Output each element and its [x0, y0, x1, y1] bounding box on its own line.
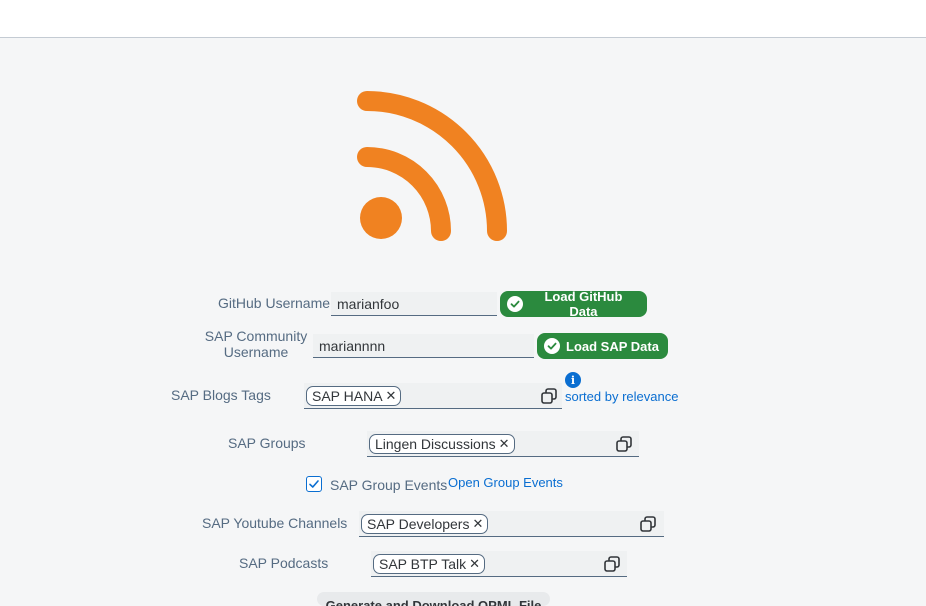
- sap-podcasts-input[interactable]: SAP BTP Talk ✕: [371, 551, 627, 577]
- sap-group-events-checkbox[interactable]: [306, 476, 322, 492]
- token-label: SAP BTP Talk: [379, 556, 467, 572]
- token-sap-hana[interactable]: SAP HANA ✕: [306, 386, 402, 406]
- sap-community-label-line2: Username: [223, 344, 289, 360]
- token-lingen-discussions[interactable]: Lingen Discussions ✕: [369, 434, 515, 454]
- check-icon: [507, 296, 523, 312]
- token-label: SAP Developers: [367, 516, 470, 532]
- load-sap-data-label: Load SAP Data: [566, 338, 659, 354]
- sap-youtube-channels-input[interactable]: SAP Developers ✕: [359, 511, 664, 537]
- sap-blogs-tags-input[interactable]: SAP HANA ✕: [304, 383, 562, 409]
- sap-youtube-channels-label: SAP Youtube Channels: [202, 515, 348, 531]
- token-label: SAP HANA: [312, 388, 383, 404]
- top-bar: [0, 0, 926, 38]
- token-remove-icon[interactable]: ✕: [386, 388, 397, 404]
- sap-group-events-label: SAP Group Events: [330, 477, 448, 493]
- token-remove-icon[interactable]: ✕: [472, 516, 483, 532]
- token-label: Lingen Discussions: [375, 436, 496, 452]
- sap-groups-input[interactable]: Lingen Discussions ✕: [367, 431, 639, 457]
- open-group-events-link[interactable]: Open Group Events: [448, 475, 563, 490]
- token-sap-btp-talk[interactable]: SAP BTP Talk ✕: [373, 554, 486, 574]
- value-help-icon[interactable]: [616, 436, 632, 452]
- info-icon[interactable]: i: [565, 372, 581, 388]
- load-sap-data-button[interactable]: Load SAP Data: [537, 333, 668, 359]
- sorted-by-relevance-link[interactable]: sorted by relevance: [565, 389, 678, 404]
- token-remove-icon[interactable]: ✕: [499, 436, 510, 452]
- checkmark-icon: [309, 480, 319, 488]
- token-sap-developers[interactable]: SAP Developers ✕: [361, 514, 489, 534]
- value-help-icon[interactable]: [640, 516, 656, 532]
- sap-groups-label: SAP Groups: [228, 435, 306, 451]
- value-help-icon[interactable]: [604, 556, 620, 572]
- github-username-input[interactable]: [331, 292, 497, 316]
- sap-community-label-line1: SAP Community: [204, 328, 308, 344]
- rss-icon: [357, 91, 507, 241]
- sap-podcasts-label: SAP Podcasts: [239, 555, 329, 571]
- sap-community-username-input[interactable]: [313, 334, 534, 358]
- github-username-label: GitHub Username: [218, 295, 331, 311]
- value-help-icon[interactable]: [541, 388, 557, 404]
- sap-community-username-label: SAP Community Username: [204, 328, 308, 360]
- token-remove-icon[interactable]: ✕: [469, 556, 480, 572]
- load-github-data-label: Load GitHub Data: [544, 289, 623, 319]
- load-github-data-button[interactable]: Load GitHub Data: [500, 289, 647, 319]
- check-icon: [544, 338, 560, 354]
- sap-blogs-tags-label: SAP Blogs Tags: [171, 387, 271, 403]
